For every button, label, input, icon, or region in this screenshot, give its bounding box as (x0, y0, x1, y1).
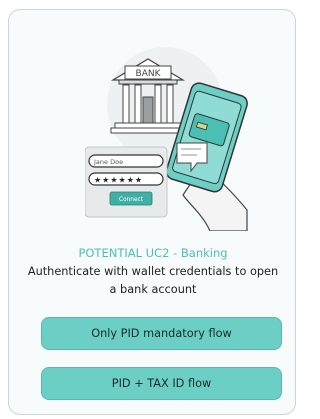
username-field-text: Jane Doe (93, 158, 123, 166)
bank-sign-text: BANK (136, 69, 162, 79)
password-field-text: ★★★★★★ (94, 176, 143, 185)
use-case-title: POTENTIAL UC2 - Banking (78, 246, 228, 260)
login-card-illustration: Jane Doe ★★★★★★ Connect (85, 146, 168, 218)
pid-mandatory-flow-button[interactable]: Only PID mandatory flow (41, 317, 282, 350)
use-case-description: Authenticate with wallet credentials to … (27, 265, 279, 296)
connect-button-text: Connect (119, 197, 144, 203)
pid-tax-id-flow-button[interactable]: PID + TAX ID flow (41, 367, 282, 400)
use-case-card: BANK Jane Doe ★★★★★★ Connect POTENTIAL U… (8, 9, 296, 415)
bank-illustration: BANK Jane Doe ★★★★★★ Connect (85, 47, 248, 231)
